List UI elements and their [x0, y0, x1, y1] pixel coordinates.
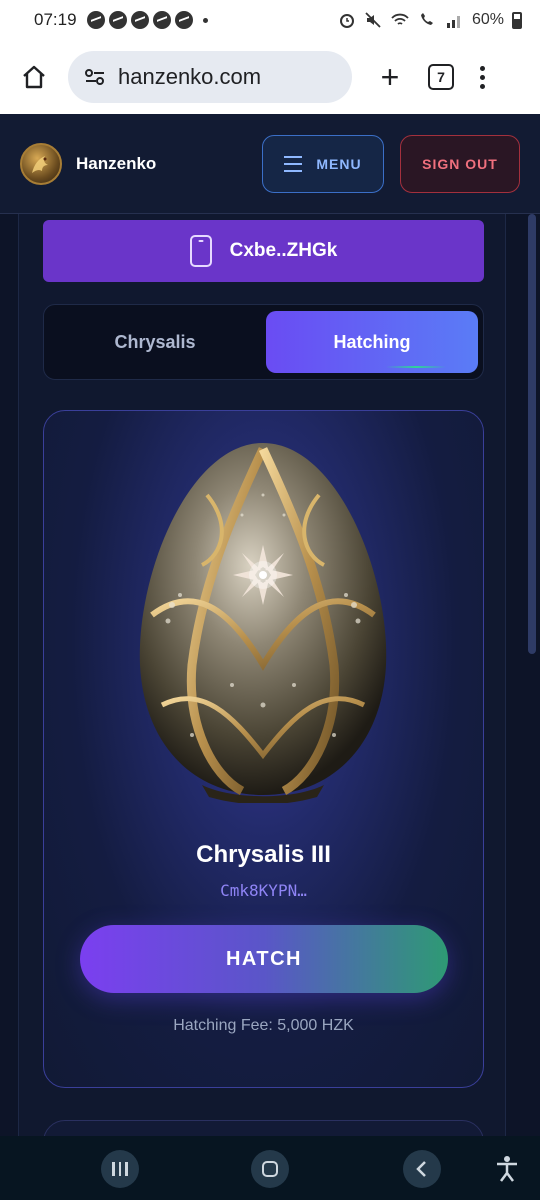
- egg-title: Chrysalis III: [196, 841, 331, 868]
- site-header: Hanzenko MENU SIGN OUT: [0, 114, 540, 214]
- messenger-icon: [152, 11, 171, 29]
- new-tab-icon[interactable]: +: [374, 61, 406, 93]
- back-icon: [416, 1161, 426, 1177]
- active-indicator: [386, 366, 446, 368]
- battery-percent: 60%: [471, 11, 504, 28]
- recent-apps-icon: [112, 1162, 128, 1176]
- egg-image: [132, 435, 394, 805]
- signal-icon: [446, 16, 460, 28]
- mute-icon: [365, 12, 381, 28]
- menu-label: MENU: [316, 155, 362, 172]
- messenger-icon: [108, 11, 127, 29]
- overflow-menu-icon[interactable]: [480, 65, 485, 89]
- hatching-fee: Hatching Fee: 5,000 HZK: [173, 1017, 354, 1034]
- wallet-address-button[interactable]: Cxbe..ZHGk: [43, 220, 484, 282]
- phone-icon: [189, 235, 212, 267]
- tab-chrysalis[interactable]: Chrysalis: [50, 311, 260, 373]
- ornate-egg-icon: [139, 443, 387, 805]
- brand-name[interactable]: Hanzenko: [76, 154, 156, 174]
- home-icon: [23, 65, 45, 89]
- recent-apps-button[interactable]: [101, 1150, 139, 1188]
- tab-switcher-icon[interactable]: 7: [428, 64, 454, 90]
- back-button[interactable]: [403, 1150, 441, 1188]
- more-notifications-icon: [202, 17, 208, 23]
- accessibility-icon: [497, 1156, 517, 1182]
- wallet-address: Cxbe..ZHGk: [229, 240, 338, 261]
- menu-button[interactable]: MENU: [262, 134, 384, 193]
- chrysalis-card: Chrysalis III Cmk8KYPN… HATCH Hatching F…: [43, 410, 484, 1088]
- dragon-logo-icon: [32, 155, 48, 173]
- browser-toolbar: hanzenko.com + 7: [0, 40, 540, 114]
- alarm-icon: [339, 14, 354, 28]
- sign-out-button[interactable]: SIGN OUT: [400, 134, 520, 193]
- status-time: 07:19: [34, 10, 77, 29]
- battery-icon: [512, 11, 522, 29]
- mode-toggle: Chrysalis Hatching: [43, 304, 484, 380]
- egg-mint-address[interactable]: Cmk8KYPN…: [44, 881, 483, 900]
- status-bar: 07:19 60%: [0, 0, 540, 40]
- home-nav-icon: [262, 1161, 278, 1177]
- notification-icons: [86, 11, 208, 29]
- messenger-icon: [86, 11, 105, 29]
- home-button[interactable]: [18, 61, 50, 93]
- messenger-icon: [130, 11, 149, 29]
- tab-hatching[interactable]: Hatching: [266, 311, 478, 373]
- wifi-icon: [391, 13, 409, 25]
- call-signal-icon: [420, 13, 433, 25]
- messenger-icon: [174, 11, 193, 29]
- hatch-button[interactable]: HATCH: [80, 925, 448, 993]
- accessibility-button[interactable]: [492, 1154, 522, 1184]
- hamburger-icon: [284, 155, 303, 172]
- url-text[interactable]: hanzenko.com: [118, 64, 261, 90]
- system-nav-bar: [0, 1136, 540, 1200]
- site-settings-icon[interactable]: [84, 68, 106, 86]
- brand-logo[interactable]: [20, 142, 62, 185]
- tab-hatching-label: Hatching: [333, 331, 411, 352]
- status-icons-right: 60%: [338, 11, 522, 29]
- home-nav-button[interactable]: [251, 1150, 289, 1188]
- url-bar[interactable]: hanzenko.com: [68, 51, 352, 103]
- scrollbar[interactable]: [528, 214, 536, 654]
